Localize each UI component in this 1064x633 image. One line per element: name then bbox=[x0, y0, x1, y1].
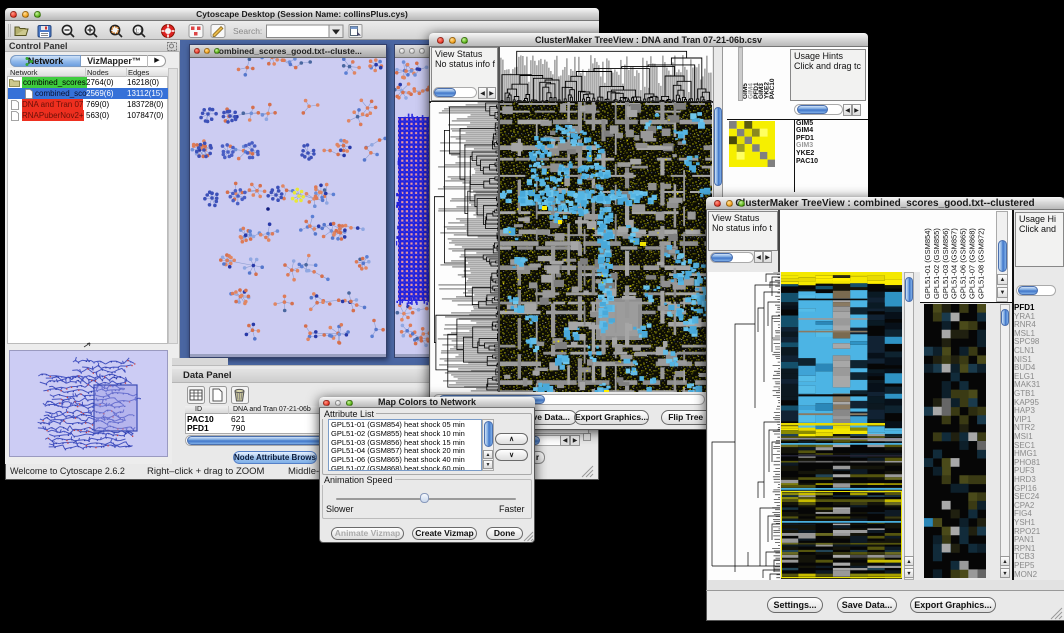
svg-text:GPL51-06 (GSM865): GPL51-06 (GSM865) bbox=[959, 228, 968, 299]
svg-text:GPL51-01 (GSM854): GPL51-01 (GSM854) bbox=[923, 228, 932, 299]
svg-text:GPL51-02 (GSM855): GPL51-02 (GSM855) bbox=[932, 228, 941, 299]
svg-text:1:1: 1:1 bbox=[135, 29, 143, 35]
svg-text:GPL51-07 (GSM868): GPL51-07 (GSM868) bbox=[968, 228, 977, 299]
svg-text:Search:: Search: bbox=[233, 26, 262, 36]
svg-text:GPL51-03 (GSM856): GPL51-03 (GSM856) bbox=[941, 228, 950, 299]
svg-text:PAC10: PAC10 bbox=[769, 78, 776, 99]
svg-text:GPL51-08 (GSM872): GPL51-08 (GSM872) bbox=[976, 228, 985, 299]
svg-text:GPL51-04 (GSM857): GPL51-04 (GSM857) bbox=[950, 228, 959, 299]
